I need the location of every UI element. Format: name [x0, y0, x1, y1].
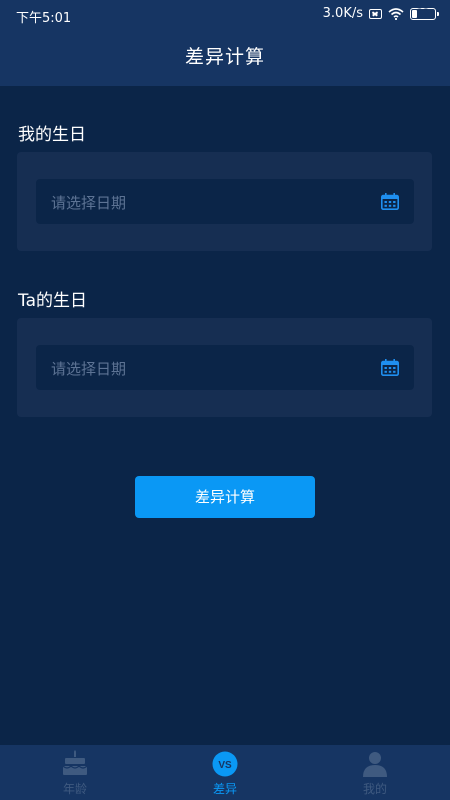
- wifi-icon: [388, 7, 404, 20]
- ta-birthday-placeholder: 请选择日期: [51, 360, 127, 378]
- tab-mine[interactable]: 我的: [300, 745, 450, 800]
- cake-icon: [62, 750, 88, 775]
- network-speed: 3.0K/s: [322, 6, 363, 21]
- status-bar: 下午5:01 3.0K/s 23: [0, 0, 450, 30]
- calendar-icon: [381, 359, 399, 376]
- user-icon: [363, 752, 387, 777]
- calendar-icon: [381, 193, 399, 210]
- ta-birthday-date-field[interactable]: 请选择日期: [36, 345, 414, 390]
- calculate-button[interactable]: 差异计算: [135, 476, 315, 518]
- tab-age-label: 年龄: [62, 782, 87, 796]
- tab-mine-label: 我的: [362, 782, 387, 796]
- ta-birthday-card: 请选择日期: [17, 318, 432, 417]
- page-title: 差异计算: [0, 30, 450, 86]
- vs-icon: VS: [212, 751, 238, 777]
- my-birthday-placeholder: 请选择日期: [51, 194, 127, 212]
- tab-difference-label: 差异: [212, 782, 237, 796]
- battery-level: 23: [416, 7, 430, 18]
- battery-icon: 23: [410, 7, 439, 20]
- tab-difference[interactable]: VS 差异: [150, 745, 300, 800]
- my-birthday-label: 我的生日: [18, 125, 86, 145]
- my-birthday-card: 请选择日期: [17, 152, 432, 251]
- status-time: 下午5:01: [16, 11, 72, 26]
- no-sim-icon: [369, 8, 382, 19]
- vs-icon-text: VS: [218, 760, 232, 771]
- bottom-tab-bar: 年龄 VS 差异 我的: [0, 745, 450, 800]
- status-icons: 3.0K/s 23: [322, 6, 439, 21]
- tab-age[interactable]: 年龄: [0, 745, 150, 800]
- ta-birthday-label: Ta的生日: [18, 291, 87, 311]
- my-birthday-date-field[interactable]: 请选择日期: [36, 179, 414, 224]
